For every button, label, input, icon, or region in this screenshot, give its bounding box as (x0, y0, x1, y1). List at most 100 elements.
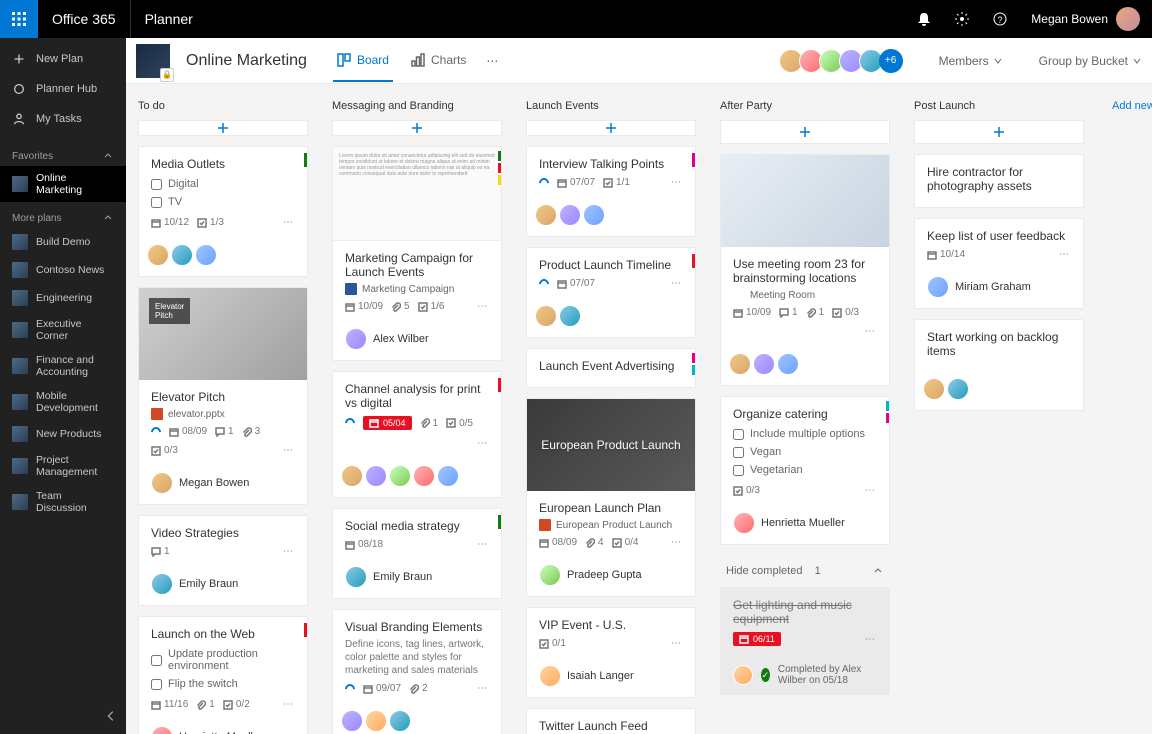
task-card[interactable]: Visual Branding ElementsDefine icons, ta… (332, 609, 502, 734)
card-more[interactable]: ⋯ (865, 634, 877, 645)
card-title: Organize catering (733, 407, 877, 421)
task-card[interactable]: Launch Event Advertising (526, 348, 696, 388)
checklist-item[interactable]: Update production environment (151, 645, 295, 675)
card-more[interactable]: ⋯ (671, 537, 683, 548)
tab-board[interactable]: Board (333, 40, 393, 82)
checklist-item[interactable]: Include multiple options (733, 425, 877, 443)
task-card[interactable]: Social media strategy08/18⋯Emily Braun (332, 508, 502, 599)
card-more[interactable]: ⋯ (477, 438, 489, 449)
card-title: Keep list of user feedback (927, 229, 1071, 243)
card-title: Interview Talking Points (539, 157, 683, 171)
task-card[interactable]: Video Strategies1⋯Emily Braun (138, 515, 308, 606)
user-menu[interactable]: Megan Bowen (1019, 7, 1152, 31)
task-card[interactable]: Start working on backlog items (914, 319, 1084, 411)
progress-icon (537, 276, 551, 290)
checklist-item[interactable]: Vegetarian (733, 461, 877, 479)
task-card[interactable]: Media OutletsDigitalTV10/121/3⋯ (138, 146, 308, 277)
plan-item[interactable]: Engineering (0, 284, 126, 312)
add-bucket-button[interactable]: Add new bu (1108, 96, 1152, 722)
more-members[interactable]: +6 (879, 49, 903, 73)
add-task-button[interactable] (914, 120, 1084, 144)
nav-new-plan[interactable]: New Plan (0, 44, 126, 74)
plan-item[interactable]: New Products (0, 420, 126, 448)
tab-charts[interactable]: Charts (407, 40, 470, 82)
bucket-title[interactable]: Messaging and Branding (332, 96, 502, 120)
due-date: 07/07 (557, 278, 595, 289)
card-title: Twitter Launch Feed (539, 719, 683, 733)
card-more[interactable]: ⋯ (865, 485, 877, 496)
groupby-dropdown[interactable]: Group by Bucket (1039, 54, 1142, 68)
card-more[interactable]: ⋯ (671, 177, 683, 188)
app-launcher[interactable] (0, 0, 38, 38)
members-dropdown[interactable]: Members (939, 54, 1003, 68)
plan-item[interactable]: Finance and Accounting (0, 348, 126, 384)
card-assignees: Henrietta Mueller (721, 506, 889, 544)
completed-task-card[interactable]: Get lighting and music equipment06/11⋯✓C… (720, 587, 890, 695)
card-more[interactable]: ⋯ (283, 699, 295, 710)
attachment-line: European Product Launch (539, 519, 683, 531)
task-card[interactable]: Organize catering Include multiple option… (720, 396, 890, 545)
card-more[interactable]: ⋯ (283, 546, 295, 557)
progress-icon (343, 416, 357, 430)
task-card[interactable]: Launch on the WebUpdate production envir… (138, 616, 308, 734)
plan-item[interactable]: Project Management (0, 448, 126, 484)
hide-completed-toggle[interactable]: Hide completed 1 (720, 555, 890, 587)
plan-item[interactable]: Online Marketing (0, 166, 126, 202)
comments-count: 1 (215, 426, 234, 437)
card-more[interactable]: ⋯ (671, 278, 683, 289)
task-card[interactable]: VIP Event - U.S.0/1⋯Isaiah Langer (526, 607, 696, 698)
collapse-sidebar[interactable] (104, 709, 118, 726)
section-more-plans[interactable]: More plans (0, 202, 126, 228)
add-task-button[interactable] (138, 120, 308, 136)
task-card[interactable]: Lorem ipsum dolor sit amet consectetur a… (332, 146, 502, 361)
section-favorites[interactable]: Favorites (0, 140, 126, 166)
checklist-item[interactable]: TV (151, 193, 295, 211)
task-card[interactable]: Product Launch Timeline07/07⋯ (526, 247, 696, 338)
attachments-count: 2 (409, 683, 428, 694)
card-title: Use meeting room 23 for brainstorming lo… (733, 257, 877, 285)
task-card[interactable]: Twitter Launch Feed03/31⋯Emily Braun (526, 708, 696, 734)
task-card[interactable]: Use meeting room 23 for brainstorming lo… (720, 154, 890, 386)
task-card[interactable]: ElevatorPitchElevator Pitchelevator.pptx… (138, 287, 308, 505)
bucket-title[interactable]: Post Launch (914, 96, 1084, 120)
notifications-icon[interactable] (905, 0, 943, 38)
plan-item[interactable]: Build Demo (0, 228, 126, 256)
add-task-button[interactable] (332, 120, 502, 136)
add-task-button[interactable] (720, 120, 890, 144)
bucket-title[interactable]: After Party (720, 96, 890, 120)
progress-icon (149, 424, 163, 438)
bucket-title[interactable]: Launch Events (526, 96, 696, 120)
card-more[interactable]: ⋯ (477, 301, 489, 312)
due-date: 07/07 (557, 177, 595, 188)
card-more[interactable]: ⋯ (283, 217, 295, 228)
card-more[interactable]: ⋯ (671, 638, 683, 649)
plan-title: Online Marketing (186, 52, 307, 70)
task-card[interactable]: Channel analysis for print vs digital05/… (332, 371, 502, 498)
card-more[interactable]: ⋯ (283, 445, 295, 456)
bucket-title[interactable]: To do (138, 96, 308, 120)
checklist-count: 0/3 (733, 485, 760, 496)
plan-item[interactable]: Team Discussion (0, 484, 126, 520)
nav-my-tasks[interactable]: My Tasks (0, 104, 126, 134)
card-more[interactable]: ⋯ (865, 326, 877, 337)
more-menu[interactable]: ⋯ (486, 54, 498, 68)
settings-icon[interactable] (943, 0, 981, 38)
plan-members[interactable]: +6 (783, 49, 903, 73)
checklist-item[interactable]: Vegan (733, 443, 877, 461)
help-icon[interactable]: ? (981, 0, 1019, 38)
card-more[interactable]: ⋯ (1059, 249, 1071, 260)
plan-item[interactable]: Contoso News (0, 256, 126, 284)
plan-item[interactable]: Mobile Development (0, 384, 126, 420)
task-card[interactable]: Hire contractor for photography assets (914, 154, 1084, 208)
completed-by: Completed by Alex Wilber on 05/18 (778, 664, 877, 686)
checklist-item[interactable]: Flip the switch (151, 675, 295, 693)
card-more[interactable]: ⋯ (477, 683, 489, 694)
nav-planner-hub[interactable]: Planner Hub (0, 74, 126, 104)
task-card[interactable]: Keep list of user feedback10/14⋯Miriam G… (914, 218, 1084, 309)
checklist-item[interactable]: Digital (151, 175, 295, 193)
add-task-button[interactable] (526, 120, 696, 136)
task-card[interactable]: European Product LaunchEuropean Launch P… (526, 398, 696, 597)
card-more[interactable]: ⋯ (477, 539, 489, 550)
task-card[interactable]: Interview Talking Points07/071/1⋯ (526, 146, 696, 237)
plan-item[interactable]: Executive Corner (0, 312, 126, 348)
